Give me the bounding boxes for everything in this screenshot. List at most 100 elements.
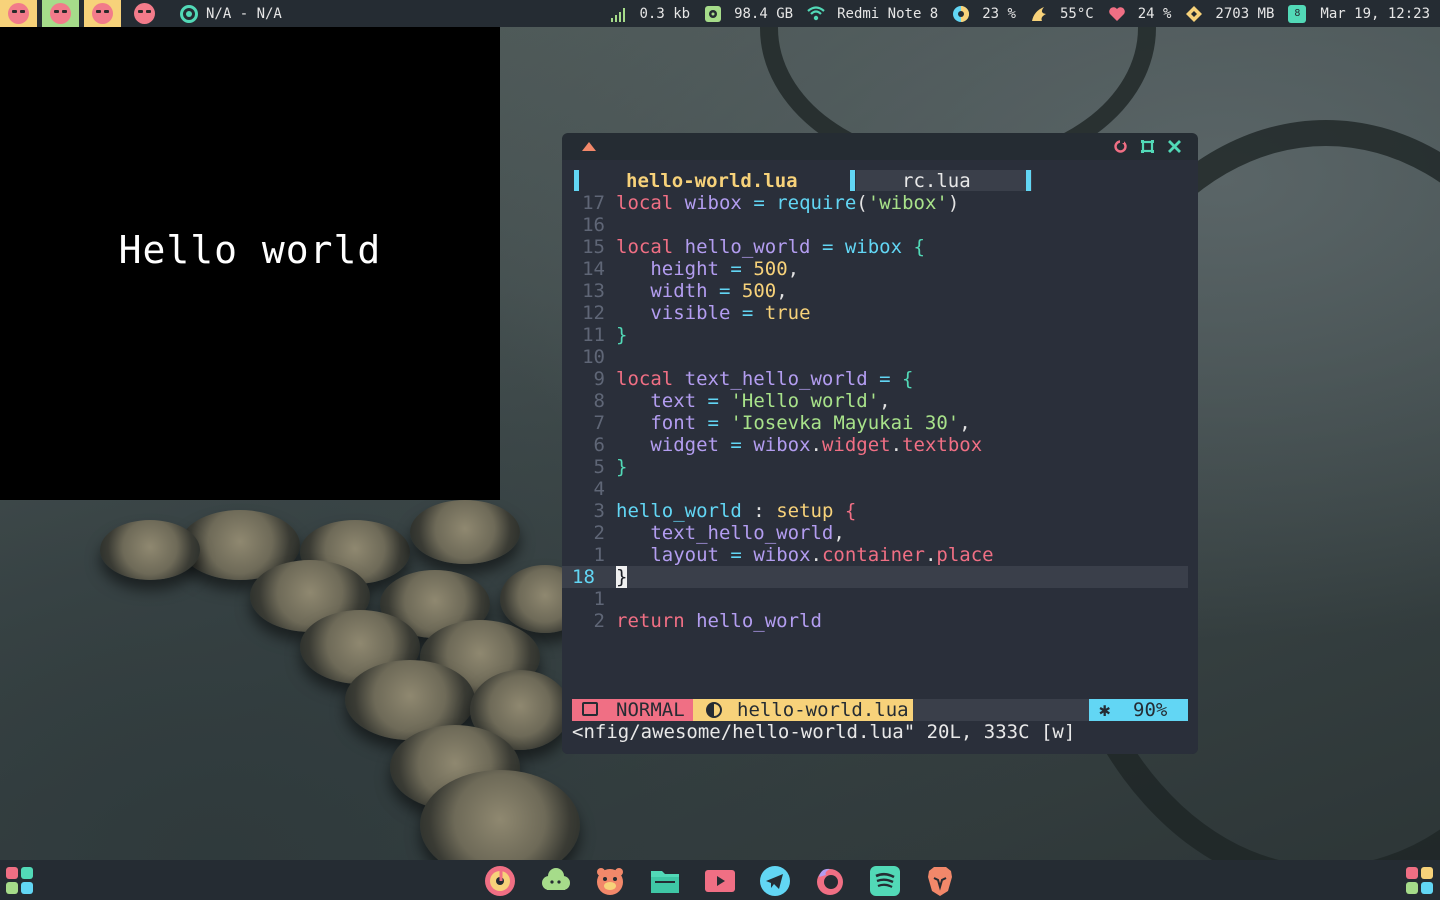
line-number: 13 [582, 280, 605, 302]
workspace-tag-1[interactable] [0, 0, 37, 27]
workspace-tag-3[interactable] [84, 0, 121, 27]
temperature-widget[interactable]: 55°C [1030, 5, 1094, 23]
tab-hello-world-lua[interactable]: hello-world.lua [626, 170, 798, 192]
angry-face-icon [92, 3, 113, 24]
workspace-tag-4[interactable] [126, 0, 163, 27]
code-line: 8 text = 'Hello world', [562, 390, 1198, 412]
file-manager-icon[interactable] [649, 865, 681, 897]
line-number: 9 [593, 368, 605, 390]
wallpaper-key [100, 520, 200, 580]
volume-level: 23 % [982, 5, 1016, 22]
music-player-icon[interactable] [484, 865, 516, 897]
disk-widget[interactable]: 98.4 GB [704, 5, 793, 23]
line-number: 10 [582, 346, 605, 368]
window-titlebar[interactable] [562, 133, 1198, 160]
line-number: 14 [582, 258, 605, 280]
half-circle-icon [706, 702, 722, 718]
flame-icon [1031, 6, 1046, 21]
code-text: hello_world : setup { [616, 500, 857, 522]
line-number: 16 [582, 214, 605, 236]
app-grid-icon[interactable] [1406, 867, 1434, 895]
code-text: text = 'Hello world', [650, 390, 891, 412]
music-status: N/A - N/A [206, 5, 282, 22]
close-icon[interactable] [1167, 139, 1182, 154]
app-triangle-icon [582, 142, 596, 151]
code-text: layout = wibox.container.place [650, 544, 994, 566]
code-line: 12 visible = true [562, 302, 1198, 324]
angry-face-icon [8, 3, 29, 24]
code-text: } [616, 456, 628, 478]
line-number: 6 [593, 434, 605, 456]
command-line[interactable]: <nfig/awesome/hello-world.lua" 20L, 333C… [572, 721, 1075, 743]
code-line: 1 layout = wibox.container.place [562, 544, 1198, 566]
signal-bars-icon [610, 7, 625, 22]
code-line: 9 local text_hello_world = { [562, 368, 1198, 390]
wifi-icon [807, 5, 825, 20]
code-line: 17 local wibox = require('wibox') [562, 192, 1198, 214]
brave-browser-icon[interactable] [924, 865, 956, 897]
line-number: 15 [582, 236, 605, 258]
refresh-icon[interactable] [1113, 139, 1128, 154]
wallpaper-key [410, 500, 520, 564]
code-line: 11} [562, 324, 1198, 346]
buffer-tabline: hello-world.lua rc.lua [574, 170, 1194, 192]
memory-widget[interactable]: 2703 MB [1185, 5, 1274, 23]
battery-widget[interactable]: 24 % [1108, 5, 1172, 23]
top-panel: N/A - N/A 0.3 kb 98.4 GB Redmi Note 8 23… [0, 0, 1440, 27]
video-player-icon[interactable] [704, 865, 736, 897]
heart-icon [1108, 6, 1125, 21]
vim-statusline: NORMAL hello-world.lua ✱ 90% [572, 699, 1188, 721]
editor-window[interactable]: hello-world.lua rc.lua 17 local wibox = r… [562, 133, 1198, 754]
angry-face-icon [50, 3, 71, 24]
spotify-icon[interactable] [869, 865, 901, 897]
hello-world-window: Hello world [0, 27, 500, 500]
wifi-ssid: Redmi Note 8 [837, 5, 939, 22]
app-grid-icon[interactable] [6, 867, 34, 895]
tab-rc-lua[interactable]: rc.lua [856, 170, 1032, 192]
cloud-icon[interactable] [539, 865, 571, 897]
tab-separator [574, 170, 579, 191]
progress-label: 90% [1133, 699, 1168, 721]
line-number: 5 [593, 456, 605, 478]
file-indicator: hello-world.lua [693, 699, 913, 721]
file-label: hello-world.lua [737, 699, 909, 721]
code-line: 5} [562, 456, 1198, 478]
wifi-widget[interactable]: Redmi Note 8 [807, 5, 938, 23]
code-text: widget = wibox.widget.textbox [650, 434, 983, 456]
line-number: 11 [582, 324, 605, 346]
workspace-tag-2[interactable] [42, 0, 79, 27]
firefox-icon[interactable] [814, 865, 846, 897]
code-area[interactable]: 17 local wibox = require('wibox') 16 15 lo… [562, 192, 1198, 632]
code-text: local wibox = require('wibox') [616, 192, 960, 214]
music-icon[interactable] [180, 4, 198, 23]
telegram-icon[interactable] [759, 865, 791, 897]
battery-level: 24 % [1137, 5, 1172, 22]
volume-widget[interactable]: 23 % [952, 5, 1016, 23]
network-widget[interactable]: 0.3 kb [610, 5, 691, 23]
bottom-dock [0, 860, 1440, 900]
window-controls [1113, 139, 1182, 154]
line-number: 12 [582, 302, 605, 324]
clock-widget[interactable]: 8 Mar 19, 12:23 [1288, 4, 1430, 23]
pig-face-icon[interactable] [594, 865, 626, 897]
network-speed: 0.3 kb [639, 5, 691, 22]
maximize-icon[interactable] [1140, 139, 1155, 154]
code-line: 6 widget = wibox.widget.textbox [562, 434, 1198, 456]
code-line: 3 hello_world : setup { [562, 500, 1198, 522]
code-text: return hello_world [616, 610, 822, 632]
line-number: 2 [593, 522, 605, 544]
cpu-temperature: 55°C [1059, 5, 1094, 22]
line-number: 18 [572, 566, 595, 588]
code-text: } [616, 324, 628, 346]
editor-buffer[interactable]: hello-world.lua rc.lua 17 local wibox = r… [562, 160, 1198, 754]
line-number: 1 [593, 544, 605, 566]
progress-indicator: ✱ 90% [1089, 699, 1188, 721]
tab-separator [850, 170, 855, 191]
calendar-icon: 8 [1288, 4, 1307, 23]
line-number: 4 [593, 478, 605, 500]
code-line: 16 [562, 214, 1198, 236]
code-text: text_hello_world, [650, 522, 845, 544]
line-number: 7 [593, 412, 605, 434]
code-line: 13 width = 500, [562, 280, 1198, 302]
current-code-line: 18} [562, 566, 1188, 588]
